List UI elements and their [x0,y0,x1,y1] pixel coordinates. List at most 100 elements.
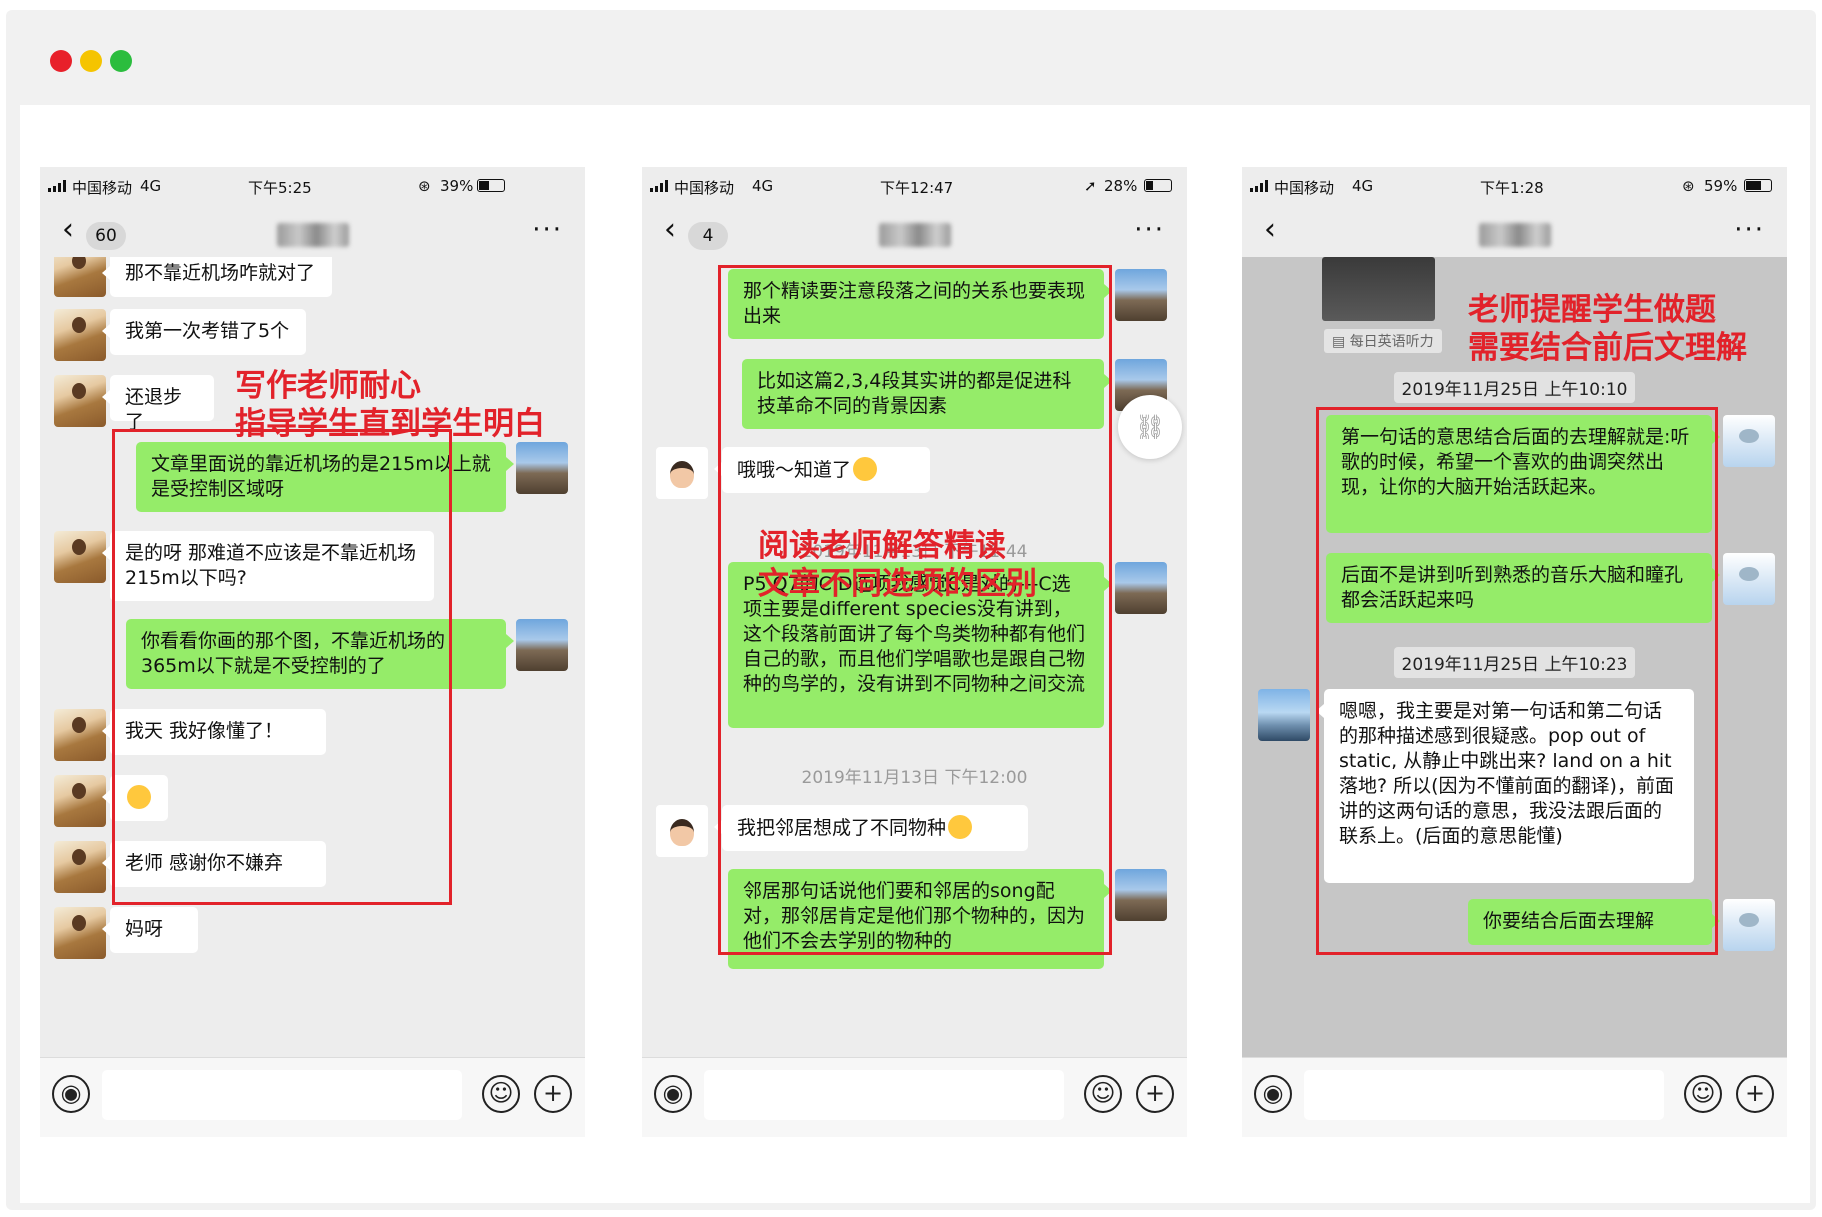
carrier: 中国移动 [1274,179,1335,197]
avatar[interactable] [54,375,106,427]
battery-percent: 39% [440,177,474,195]
document-icon: ▤ [1332,334,1350,350]
avatar[interactable] [1723,553,1775,605]
status-bar: 中国移动 4G 下午5:25 ⊛ 39% [40,167,585,205]
carrier: 中国移动 [674,179,735,197]
input-bar: ◉ ☺ + [40,1057,585,1137]
unread-badge[interactable]: 60 [86,222,126,250]
avatar[interactable] [516,442,568,494]
content-area: 中国移动 4G 下午5:25 ⊛ 39% ‹ 60 ··· 那不靠近机场咋就对了… [20,105,1810,1203]
message-input[interactable] [102,1070,462,1120]
link-icon[interactable]: ⛓ [1118,395,1182,459]
chat-header: ‹ ··· [1242,205,1787,257]
emoji-icon[interactable]: ☺ [1684,1075,1722,1113]
chat-header: ‹ 4 ··· [642,205,1187,257]
network: 4G [140,177,162,195]
battery-icon [477,179,505,192]
minimize-dot-icon[interactable] [80,50,102,72]
blurred-contact-name [878,223,951,247]
plus-icon[interactable]: + [534,1075,572,1113]
maximize-dot-icon[interactable] [110,50,132,72]
avatar[interactable] [516,619,568,671]
status-bar: 中国移动 4G 下午1:28 ⊛ 59% [1242,167,1787,205]
avatar[interactable] [54,531,106,583]
avatar[interactable] [1115,269,1167,321]
voice-icon[interactable]: ◉ [1254,1075,1292,1113]
avatar[interactable] [1723,899,1775,951]
browser-window: 中国移动 4G 下午5:25 ⊛ 39% ‹ 60 ··· 那不靠近机场咋就对了… [6,10,1816,1210]
emoji-icon[interactable]: ☺ [482,1075,520,1113]
avatar[interactable] [54,841,106,893]
message-bubble[interactable]: 还退步了 [102,375,214,433]
clock: 下午12:47 [880,179,954,197]
message-input[interactable] [1304,1070,1664,1120]
battery-percent: 59% [1704,177,1738,195]
avatar[interactable] [54,709,106,761]
avatar[interactable] [1115,562,1167,614]
more-icon[interactable]: ··· [1734,217,1765,243]
clock: 下午5:25 [248,179,312,197]
plus-icon[interactable]: + [1736,1075,1774,1113]
phone-screenshot-1: 中国移动 4G 下午5:25 ⊛ 39% ‹ 60 ··· 那不靠近机场咋就对了… [40,167,585,1137]
more-icon[interactable]: ··· [532,217,563,243]
annotation-line-2: 需要结合前后文理解 [1468,330,1747,366]
avatar[interactable] [1723,415,1775,467]
message-bubble[interactable]: 我第一次考错了5个 [102,309,306,355]
lock-rotation-icon: ⊛ [1682,177,1695,195]
signal-icon [1250,180,1272,192]
timestamp: 2019年11月25日 上午10:10 [1242,372,1787,403]
more-icon[interactable]: ··· [1134,217,1165,243]
annotation-line-1: 写作老师耐心 [235,368,421,404]
signal-icon [48,180,70,192]
avatar[interactable] [54,257,106,297]
highlight-box [112,429,452,905]
shared-card-thumbnail[interactable] [1322,257,1435,321]
signal-icon [650,180,672,192]
location-arrow-icon: ➚ [1084,177,1097,195]
message-bubble[interactable]: 妈呀 [102,907,198,953]
battery-icon [1144,179,1172,192]
back-arrow-icon[interactable]: ‹ [62,215,74,245]
network: 4G [752,177,774,195]
annotation-line-2: 指导学生直到学生明白 [235,406,545,442]
plus-icon[interactable]: + [1136,1075,1174,1113]
avatar[interactable] [1258,689,1310,741]
carrier: 中国移动 [72,179,133,197]
status-bar: 中国移动 4G 下午12:47 ➚ 28% [642,167,1187,205]
close-dot-icon[interactable] [50,50,72,72]
annotation-line-2: 文章不同选项的区别 [758,566,1037,602]
message-input[interactable] [704,1070,1064,1120]
emoji-icon[interactable]: ☺ [1084,1075,1122,1113]
annotation-line-1: 阅读老师解答精读 [758,528,1006,564]
shared-card-label: 每日英语听力 [1349,334,1434,350]
annotation-line-1: 老师提醒学生做题 [1468,292,1716,328]
chat-header: ‹ 60 ··· [40,205,585,257]
shared-card-source[interactable]: ▤ 每日英语听力 [1324,329,1442,353]
lock-rotation-icon: ⊛ [418,177,431,195]
avatar[interactable] [54,309,106,361]
input-bar: ◉ ☺ + [642,1057,1187,1137]
avatar[interactable] [54,907,106,959]
avatar[interactable] [54,775,106,827]
message-bubble[interactable]: 那不靠近机场咋就对了 [102,257,332,297]
chat-area: ▤ 每日英语听力 2019年11月25日 上午10:10 第一句话的意思结合后面… [1242,257,1787,1057]
back-arrow-icon[interactable]: ‹ [664,215,676,245]
avatar[interactable] [656,447,708,499]
highlight-box [718,265,1112,955]
battery-icon [1744,179,1772,192]
voice-icon[interactable]: ◉ [654,1075,692,1113]
phone-screenshot-2: 中国移动 4G 下午12:47 ➚ 28% ‹ 4 ··· 那个精读要注意段落之… [642,167,1187,1137]
voice-icon[interactable]: ◉ [52,1075,90,1113]
back-arrow-icon[interactable]: ‹ [1264,215,1276,245]
timestamp-pill: 2019年11月25日 上午10:10 [1393,372,1636,403]
network: 4G [1352,177,1374,195]
avatar[interactable] [1115,869,1167,921]
highlight-box [1316,407,1718,955]
input-bar: ◉ ☺ + [1242,1057,1787,1137]
unread-badge[interactable]: 4 [688,222,728,250]
blurred-contact-name [276,223,349,247]
clock: 下午1:28 [1480,179,1544,197]
phone-screenshot-3: 中国移动 4G 下午1:28 ⊛ 59% ‹ ··· ▤ 每日英语听力 2019… [1242,167,1787,1137]
avatar[interactable] [656,805,708,857]
blurred-contact-name [1478,223,1551,247]
